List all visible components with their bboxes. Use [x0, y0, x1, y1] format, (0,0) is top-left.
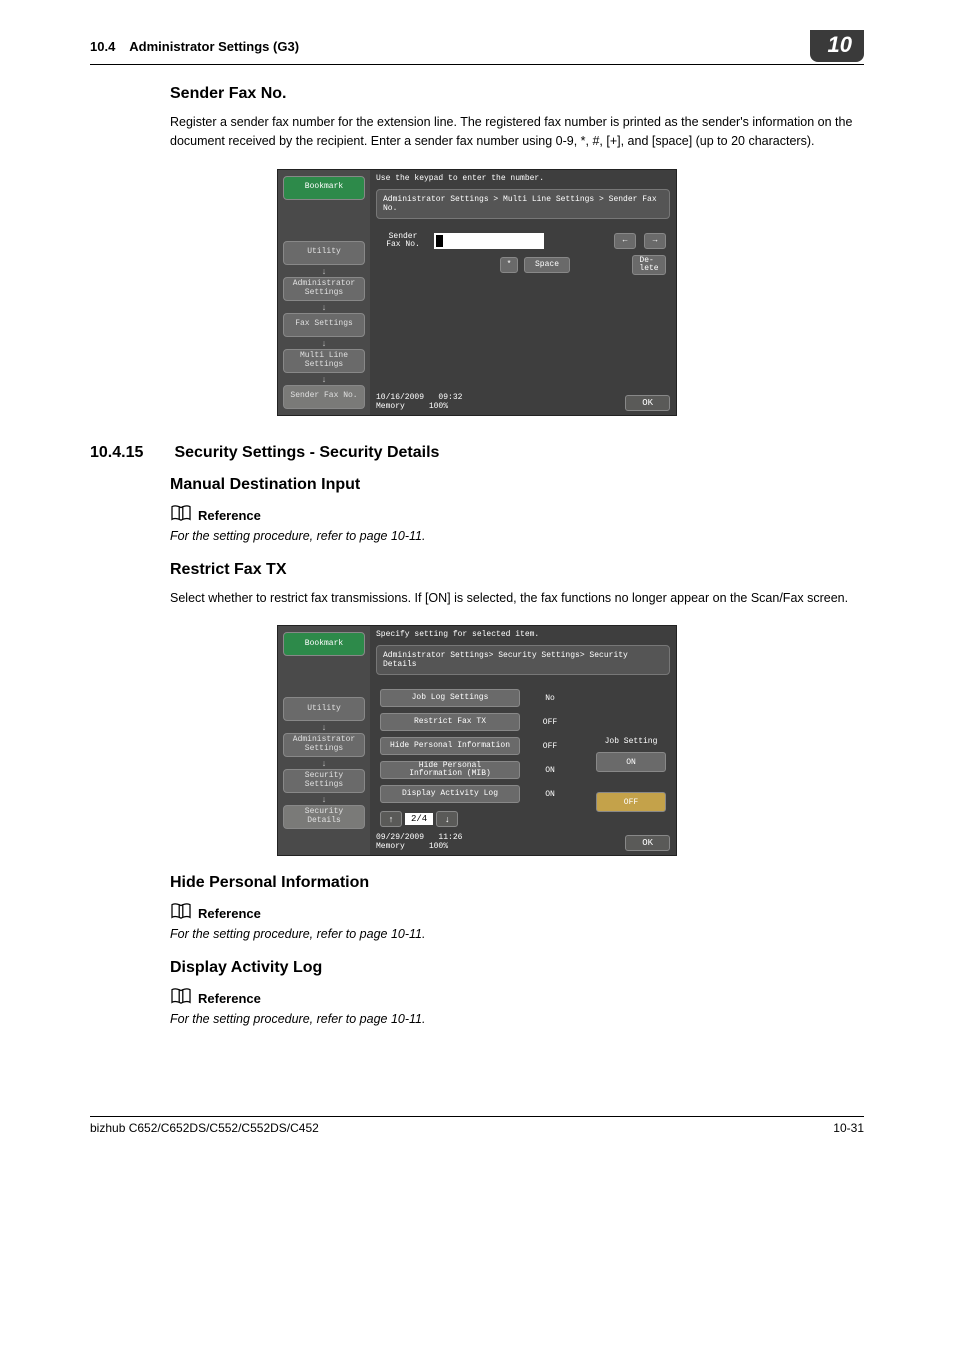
- side-utility[interactable]: Utility: [283, 241, 365, 265]
- reference-text: For the setting procedure, refer to page…: [170, 529, 864, 543]
- reference-label: Reference: [198, 991, 261, 1006]
- breadcrumb: Administrator Settings> Security Setting…: [376, 645, 670, 675]
- page-footer: bizhub C652/C652DS/C552/C552DS/C452 10-3…: [90, 1116, 864, 1135]
- down-arrow-icon: ↓: [283, 375, 365, 383]
- heading-display-activity-log: Display Activity Log: [170, 959, 864, 977]
- sender-fax-input[interactable]: [434, 233, 544, 249]
- reference-label: Reference: [198, 508, 261, 523]
- page-down-button[interactable]: ↓: [436, 811, 458, 827]
- side-multi-line[interactable]: Multi Line Settings: [283, 349, 365, 373]
- footer-time: 11:26: [438, 833, 462, 842]
- down-arrow-icon: ↓: [283, 339, 365, 347]
- reference-text: For the setting procedure, refer to page…: [170, 1012, 864, 1026]
- chapter-badge: 10: [810, 30, 864, 62]
- field-label-sender-fax: Sender Fax No.: [380, 233, 426, 249]
- device-screenshot-security-details: Bookmark Specify setting for selected it…: [277, 625, 677, 856]
- footer-memory-label: Memory: [376, 402, 405, 411]
- choice-off[interactable]: OFF: [596, 792, 666, 812]
- footer-date: 10/16/2009: [376, 393, 424, 402]
- heading-security-settings: Security Settings - Security Details: [174, 444, 439, 462]
- footer-time: 09:32: [438, 393, 462, 402]
- row-restrict-fax-tx[interactable]: Restrict Fax TX: [380, 713, 520, 731]
- row-job-log-value: No: [526, 694, 574, 703]
- down-arrow-icon: ↓: [283, 303, 365, 311]
- para-sender-fax-no: Register a sender fax number for the ext…: [170, 113, 864, 151]
- book-icon: [170, 987, 192, 1010]
- instruction-text: Specify setting for selected item.: [370, 626, 676, 643]
- footer-memory-pct: 100%: [429, 402, 448, 411]
- heading-hide-personal-info: Hide Personal Information: [170, 874, 864, 892]
- side-fax-settings[interactable]: Fax Settings: [283, 313, 365, 337]
- side-admin-settings[interactable]: Administrator Settings: [283, 277, 365, 301]
- bookmark-tab[interactable]: Bookmark: [283, 632, 365, 656]
- row-hide-personal-mib-value: ON: [526, 766, 574, 775]
- footer-page-number: 10-31: [833, 1121, 864, 1135]
- choice-on[interactable]: ON: [596, 752, 666, 772]
- heading-restrict-fax-tx: Restrict Fax TX: [170, 561, 864, 579]
- para-restrict-fax-tx: Select whether to restrict fax transmiss…: [170, 589, 864, 608]
- side-sender-fax[interactable]: Sender Fax No.: [283, 385, 365, 409]
- book-icon: [170, 504, 192, 527]
- row-restrict-fax-value: OFF: [526, 718, 574, 727]
- down-arrow-icon: ↓: [283, 795, 365, 803]
- space-button[interactable]: Space: [524, 257, 570, 273]
- down-arrow-icon: ↓: [283, 267, 365, 275]
- page-header: 10.4 Administrator Settings (G3) 10: [90, 30, 864, 65]
- footer-memory-pct: 100%: [429, 842, 448, 851]
- book-icon: [170, 902, 192, 925]
- right-col-title: Job Setting: [596, 737, 666, 746]
- side-security-details[interactable]: Security Details: [283, 805, 365, 829]
- side-admin-settings[interactable]: Administrator Settings: [283, 733, 365, 757]
- down-arrow-icon: ↓: [283, 759, 365, 767]
- row-hide-personal-mib[interactable]: Hide Personal Information (MIB): [380, 761, 520, 779]
- header-section-num: 10.4: [90, 39, 115, 54]
- row-hide-personal-info[interactable]: Hide Personal Information: [380, 737, 520, 755]
- header-section-title: Administrator Settings (G3): [129, 39, 299, 54]
- row-display-activity-value: ON: [526, 790, 574, 799]
- ok-button[interactable]: OK: [625, 395, 670, 411]
- heading-num-10-4-15: 10.4.15: [90, 444, 170, 462]
- page-up-button[interactable]: ↑: [380, 811, 402, 827]
- footer-memory-label: Memory: [376, 842, 405, 851]
- footer-date: 09/29/2009: [376, 833, 424, 842]
- ok-button[interactable]: OK: [625, 835, 670, 851]
- instruction-text: Use the keypad to enter the number.: [370, 170, 676, 187]
- row-job-log-settings[interactable]: Job Log Settings: [380, 689, 520, 707]
- reference-text: For the setting procedure, refer to page…: [170, 927, 864, 941]
- cursor-left-button[interactable]: ←: [614, 233, 636, 249]
- delete-button[interactable]: De- lete: [632, 255, 666, 275]
- device-screenshot-sender-fax: Bookmark Use the keypad to enter the num…: [277, 169, 677, 416]
- cursor-right-button[interactable]: →: [644, 233, 666, 249]
- row-hide-personal-value: OFF: [526, 742, 574, 751]
- side-security-settings[interactable]: Security Settings: [283, 769, 365, 793]
- bookmark-tab[interactable]: Bookmark: [283, 176, 365, 200]
- side-utility[interactable]: Utility: [283, 697, 365, 721]
- heading-sender-fax-no: Sender Fax No.: [170, 85, 864, 103]
- breadcrumb: Administrator Settings > Multi Line Sett…: [376, 189, 670, 219]
- star-button[interactable]: *: [500, 257, 518, 273]
- row-display-activity-log[interactable]: Display Activity Log: [380, 785, 520, 803]
- reference-label: Reference: [198, 906, 261, 921]
- footer-model: bizhub C652/C652DS/C552/C552DS/C452: [90, 1121, 319, 1135]
- down-arrow-icon: ↓: [283, 723, 365, 731]
- page-indicator: 2/4: [405, 813, 433, 825]
- heading-manual-destination: Manual Destination Input: [170, 476, 864, 494]
